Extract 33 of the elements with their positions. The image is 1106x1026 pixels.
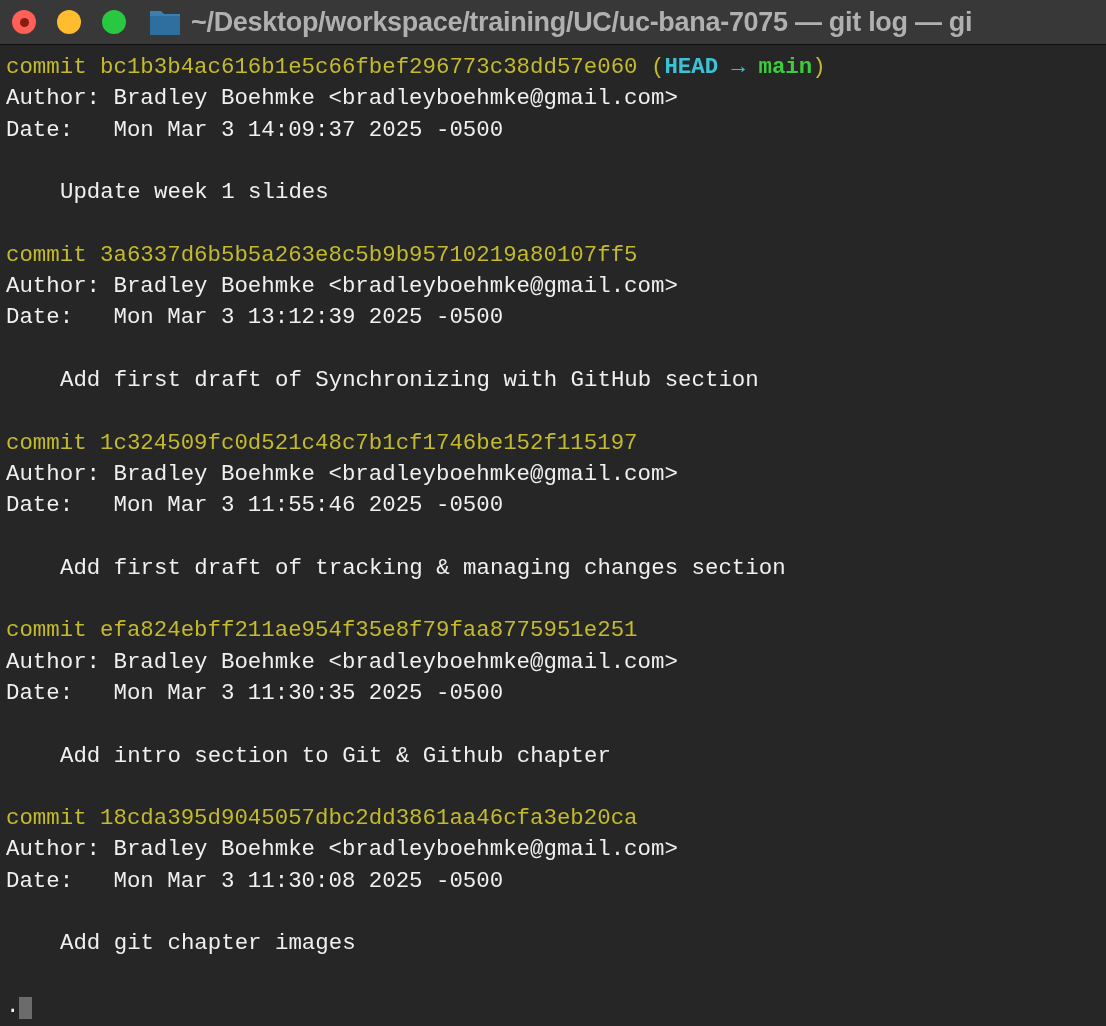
commit-hash: commit bc1b3b4ac616b1e5c66fbef296773c38dd57e060 — [6, 54, 638, 80]
folder-icon — [149, 8, 181, 36]
author-line: Author: Bradley Boehmke <bradleyboehmke@gmail.com> — [6, 460, 678, 487]
ref-paren: ( — [650, 54, 665, 80]
author-line: Author: Bradley Boehmke <bradleyboehmke@gmail.com> — [6, 85, 678, 112]
commit-message: Update week 1 slides — [60, 179, 329, 206]
date-line: Date: Mon Mar 3 14:09:37 2025 -0500 — [6, 116, 504, 143]
window-title: ~/Desktop/workspace/training/UC/uc-bana-7075 — git log — gi — [191, 5, 973, 39]
ref-paren: ) — [812, 54, 826, 80]
ref-arrow: → — [731, 54, 746, 80]
commit-message: Add first draft of tracking & managing changes section — [60, 554, 786, 581]
commit-hash: commit 18cda395d9045057dbc2dd3861aa46cfa3eb20ca — [6, 805, 638, 832]
author-line: Author: Bradley Boehmke <bradleyboehmke@gmail.com> — [6, 648, 678, 675]
date-line: Date: Mon Mar 3 11:30:35 2025 -0500 — [6, 679, 504, 706]
date-line: Date: Mon Mar 3 13:12:39 2025 -0500 — [6, 304, 504, 331]
commit-hash: commit efa824ebff211ae954f35e8f79faa8775951e251 — [6, 617, 638, 644]
maximize-button[interactable] — [102, 10, 126, 34]
commit-message: Add first draft of Synchronizing with GitHub section — [60, 366, 759, 393]
head-ref: HEAD — [664, 54, 719, 80]
date-line: Date: Mon Mar 3 11:55:46 2025 -0500 — [6, 492, 504, 519]
minimize-button[interactable] — [57, 10, 81, 34]
pager-prompt: . — [6, 991, 20, 1021]
author-line: Author: Bradley Boehmke <bradleyboehmke@gmail.com> — [6, 836, 678, 863]
commit-message: Add intro section to Git & Github chapter — [60, 742, 611, 769]
author-line: Author: Bradley Boehmke <bradleyboehmke@gmail.com> — [6, 273, 678, 300]
close-button[interactable] — [12, 10, 36, 34]
commit-hash: commit 3a6337d6b5b5a263e8c5b9b95710219a80107ff5 — [6, 241, 638, 268]
date-line: Date: Mon Mar 3 11:30:08 2025 -0500 — [6, 867, 504, 894]
commit-message: Add git chapter images — [60, 930, 356, 957]
commit-hash: commit 1c324509fc0d521c48c7b1cf1746be152f115197 — [6, 429, 638, 456]
cursor — [19, 997, 33, 1020]
branch-ref: main — [758, 54, 813, 80]
close-icon — [19, 17, 29, 27]
